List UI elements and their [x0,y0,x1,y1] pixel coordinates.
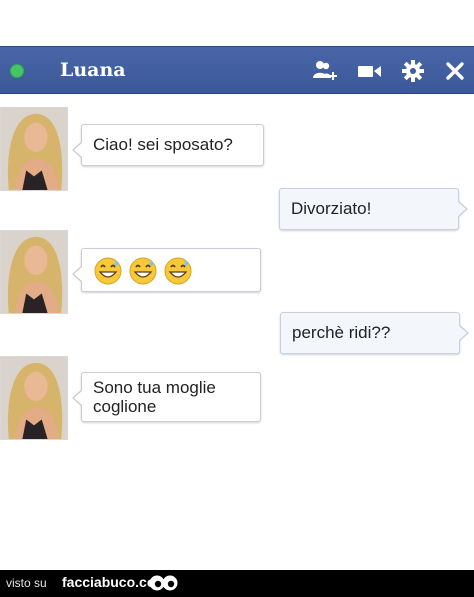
message-text-line: coglione [93,397,157,416]
message-text-line: Sono tua moglie [93,378,216,397]
close-icon[interactable] [442,59,468,83]
message-bubble-incoming: Sono tua moglie coglione [72,372,261,422]
watermark-prefix: visto su [6,576,47,590]
chat-header: Luana [0,46,474,94]
grinning-sweat-emoji [94,257,122,285]
message-bubble-outgoing: perchè ridi?? [280,312,469,354]
eyes-logo-icon [148,573,178,593]
message-text: Divorziato! [291,199,372,218]
grinning-sweat-emoji [129,257,157,285]
message-bubble-outgoing: Divorziato! [279,188,468,230]
contact-avatar[interactable] [0,107,68,191]
message-text: Sono tua moglie coglione [93,378,216,416]
add-friend-icon[interactable] [312,59,338,83]
video-call-icon[interactable] [356,59,382,83]
message-bubble-incoming [72,248,261,292]
watermark-footer: visto su facciabuco.com [0,570,474,597]
gear-icon[interactable] [400,59,426,83]
message-bubble-incoming: Ciao! sei sposato? [72,124,264,166]
online-status-indicator [10,64,24,78]
contact-avatar[interactable] [0,230,68,314]
grinning-sweat-emoji [164,257,192,285]
message-text: perchè ridi?? [292,323,391,342]
chat-body: Ciao! sei sposato? Divorziato! perchè ri… [0,94,474,570]
message-text: Ciao! sei sposato? [93,135,233,154]
contact-avatar[interactable] [0,356,68,440]
contact-name[interactable]: Luana [60,59,126,81]
top-strip [0,0,474,46]
